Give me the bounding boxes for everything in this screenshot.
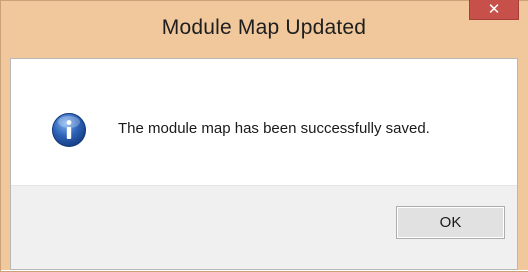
- dialog-message: The module map has been successfully sav…: [118, 120, 430, 137]
- ok-button[interactable]: OK: [396, 206, 505, 239]
- dialog-window: Module Map Updated ✕ The module map has …: [0, 0, 528, 272]
- dialog-body: The module map has been successfully sav…: [10, 58, 518, 270]
- close-button[interactable]: ✕: [469, 0, 519, 20]
- button-bar: OK: [11, 185, 517, 269]
- dialog-title: Module Map Updated: [161, 16, 367, 39]
- info-icon: [52, 113, 86, 147]
- title-bar[interactable]: Module Map Updated ✕: [0, 0, 528, 58]
- close-icon: ✕: [487, 0, 501, 18]
- message-area: The module map has been successfully sav…: [11, 59, 517, 185]
